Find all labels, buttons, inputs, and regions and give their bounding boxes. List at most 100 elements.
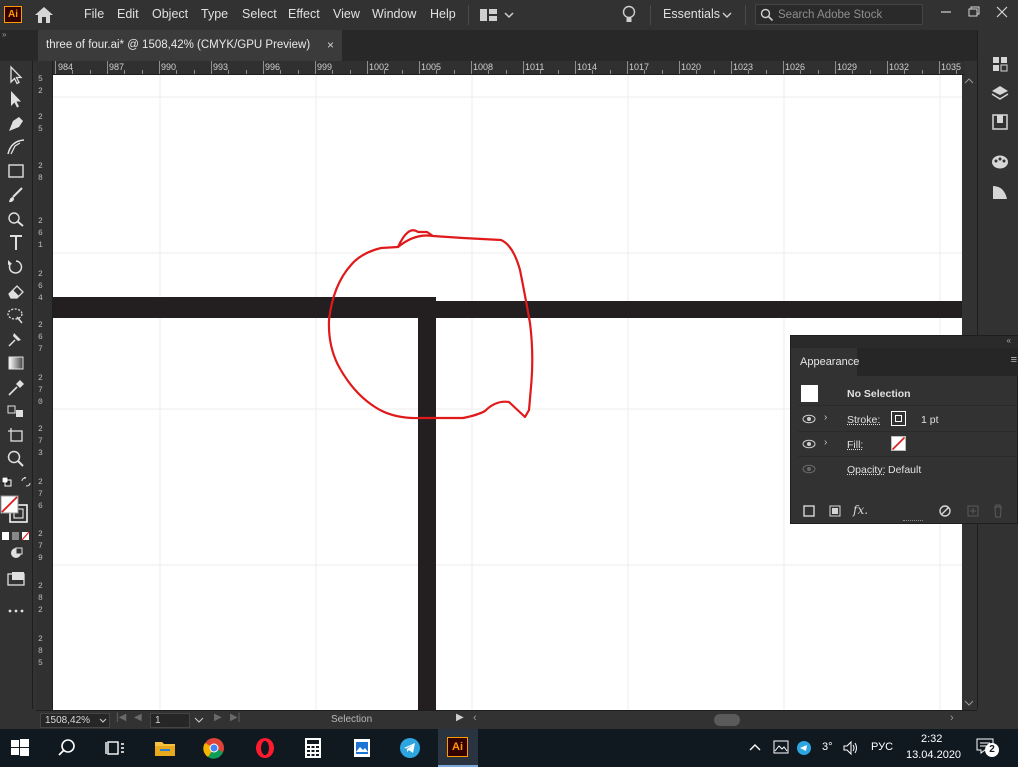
draw-mode-icon[interactable] — [5, 543, 27, 563]
warp-tool-icon[interactable] — [5, 305, 27, 325]
panel-header[interactable]: « — [791, 336, 1018, 348]
trash-icon[interactable] — [990, 503, 1006, 519]
home-icon[interactable] — [34, 6, 54, 24]
libraries-icon[interactable] — [990, 54, 1010, 74]
appearance-icon[interactable] — [990, 182, 1010, 202]
menu-effect[interactable]: Effect — [288, 7, 320, 21]
swap-colors-icon[interactable] — [21, 476, 31, 487]
picture-icon[interactable] — [773, 740, 789, 754]
add-new-fill-icon[interactable] — [827, 503, 843, 519]
file-explorer-icon[interactable] — [153, 736, 177, 760]
collapse-toolbar-icon[interactable]: » — [2, 30, 7, 39]
telegram-tray-icon[interactable] — [796, 740, 812, 756]
eye-icon[interactable] — [802, 439, 816, 449]
scroll-up-icon[interactable] — [964, 77, 974, 85]
tab-appearance[interactable]: Appearance — [791, 348, 859, 376]
workspace-switcher[interactable]: Essentials — [663, 7, 720, 21]
status-menu-icon[interactable]: ▶ — [456, 712, 464, 723]
search-icon[interactable] — [55, 736, 79, 760]
curvature-tool-icon[interactable] — [5, 137, 27, 157]
fill-none-swatch[interactable] — [891, 436, 906, 451]
lightbulb-icon[interactable] — [621, 5, 637, 25]
calculator-icon[interactable] — [301, 736, 325, 760]
chevron-right-icon[interactable]: › — [824, 437, 827, 448]
next-artboard-icon[interactable]: ▶ — [214, 712, 222, 723]
vertical-bar[interactable] — [418, 318, 436, 710]
panel-menu-icon[interactable]: ≡ — [1011, 354, 1017, 366]
horizontal-bar-left[interactable] — [53, 297, 436, 318]
chevron-down-icon[interactable] — [194, 717, 204, 724]
resize-grip[interactable] — [903, 520, 923, 523]
vertical-ruler[interactable]: 5 2 2 5 2 8 2 6 1 2 6 4 2 6 7 2 7 0 2 7 … — [36, 61, 53, 709]
fill-stroke-swatch[interactable] — [0, 495, 30, 525]
chrome-icon[interactable] — [202, 736, 226, 760]
clock-date[interactable]: 13.04.2020 — [906, 749, 961, 761]
clear-appearance-icon[interactable] — [937, 503, 953, 519]
menu-select[interactable]: Select — [242, 7, 277, 21]
scroll-right-icon[interactable]: › — [950, 712, 954, 724]
windows-start-icon[interactable] — [8, 736, 32, 760]
add-new-stroke-icon[interactable] — [801, 503, 817, 519]
fill-row[interactable]: › Fill: — [798, 432, 1018, 457]
selection-tool-icon[interactable] — [5, 65, 27, 85]
language-indicator[interactable]: РУС — [871, 741, 893, 753]
zoom-tool-icon[interactable] — [5, 449, 27, 469]
blend-tool-icon[interactable] — [5, 401, 27, 421]
clock-time[interactable]: 2:32 — [921, 733, 942, 745]
arrange-documents-icon[interactable] — [479, 8, 515, 22]
stroke-row[interactable]: › Stroke: 1 pt — [798, 407, 1018, 432]
first-artboard-icon[interactable]: |◀ — [116, 712, 126, 723]
restore-icon[interactable] — [962, 3, 986, 21]
eye-icon[interactable] — [802, 414, 816, 424]
minimize-icon[interactable] — [934, 3, 958, 21]
paintbrush-tool-icon[interactable] — [5, 185, 27, 205]
color-palette-icon[interactable] — [990, 152, 1010, 172]
horizontal-scrollbar-thumb[interactable] — [714, 714, 740, 726]
stock-search[interactable] — [755, 4, 923, 25]
notification-center[interactable]: 2 — [976, 738, 1000, 758]
task-view-icon[interactable] — [103, 736, 127, 760]
horizontal-bar-right[interactable] — [436, 301, 962, 318]
menu-file[interactable]: File — [84, 7, 104, 21]
weather-temperature[interactable]: 3° — [822, 741, 833, 753]
previous-artboard-icon[interactable]: ◀ — [134, 712, 142, 723]
scroll-left-icon[interactable]: ‹ — [473, 712, 477, 724]
more-tools-icon[interactable] — [5, 601, 27, 621]
photos-icon[interactable] — [350, 736, 374, 760]
type-tool-icon[interactable] — [5, 233, 27, 253]
close-icon[interactable] — [990, 3, 1014, 21]
stroke-weight[interactable]: 1 pt — [921, 414, 939, 426]
scroll-down-icon[interactable] — [964, 699, 974, 707]
telegram-icon[interactable] — [398, 736, 422, 760]
stroke-label[interactable]: Stroke: — [847, 414, 880, 426]
gradient-tool-icon[interactable] — [5, 353, 27, 373]
layers-icon[interactable] — [990, 83, 1010, 103]
illustrator-taskbar-button[interactable]: Ai — [438, 729, 478, 767]
menu-object[interactable]: Object — [152, 7, 188, 21]
last-artboard-icon[interactable]: ▶| — [230, 712, 240, 723]
eraser-tool-icon[interactable] — [5, 281, 27, 301]
rotate-tool-icon[interactable] — [5, 257, 27, 277]
fill-label[interactable]: Fill: — [847, 439, 863, 451]
document-tab[interactable]: three of four.ai* @ 1508,42% (CMYK/GPU P… — [38, 30, 342, 61]
puppet-warp-tool-icon[interactable] — [5, 329, 27, 349]
artboard-number-field[interactable]: 1 — [150, 713, 190, 728]
shaper-tool-icon[interactable] — [5, 209, 27, 229]
tab-close-icon[interactable]: × — [327, 38, 334, 52]
chevron-down-icon[interactable] — [722, 11, 732, 19]
duplicate-item-icon[interactable] — [965, 503, 981, 519]
opacity-value[interactable]: Default — [888, 464, 921, 476]
zoom-level-field[interactable]: 1508,42% — [40, 713, 110, 728]
menu-window[interactable]: Window — [372, 7, 416, 21]
artboards-icon[interactable] — [990, 112, 1010, 132]
eyedropper-tool-icon[interactable] — [5, 377, 27, 397]
chevron-right-icon[interactable]: › — [824, 412, 827, 423]
chevron-down-icon[interactable] — [99, 718, 107, 724]
chevron-up-icon[interactable] — [749, 742, 761, 752]
stroke-swatch[interactable] — [891, 411, 906, 426]
opacity-row[interactable]: Opacity: Default — [798, 457, 1018, 482]
menu-type[interactable]: Type — [201, 7, 228, 21]
screen-mode-icon[interactable] — [5, 569, 27, 589]
opacity-label[interactable]: Opacity: — [847, 464, 886, 476]
collapse-panel-icon[interactable]: « — [1007, 336, 1011, 345]
